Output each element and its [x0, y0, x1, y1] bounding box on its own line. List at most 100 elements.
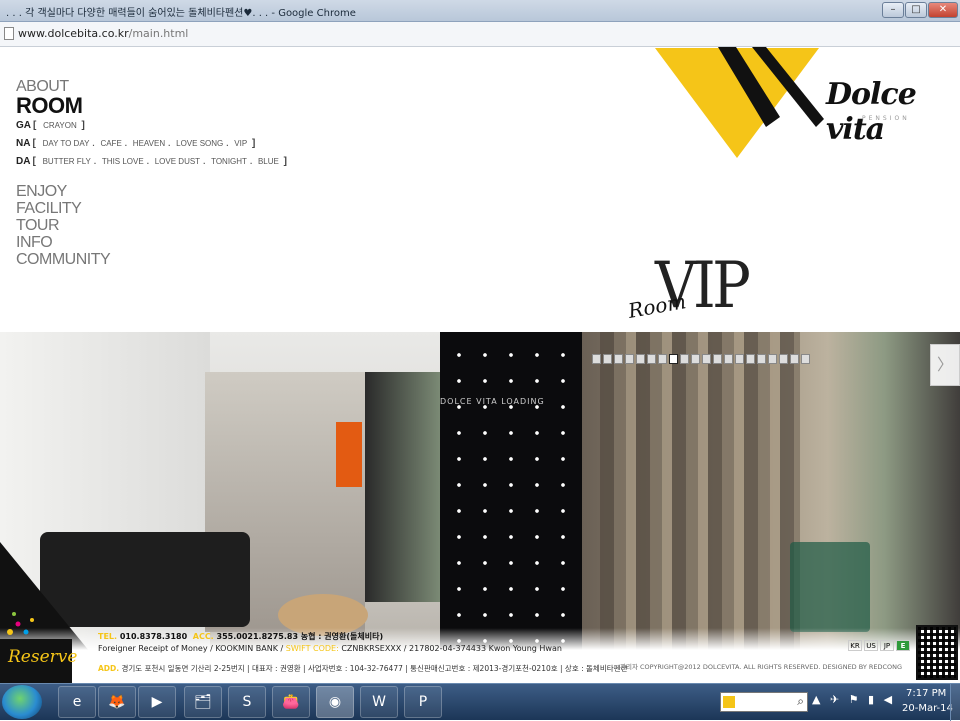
slide-thumb[interactable] [647, 354, 656, 364]
slide-thumb[interactable] [724, 354, 733, 364]
slide-thumb[interactable] [735, 354, 744, 364]
room-link[interactable]: LOVE SONG [176, 139, 223, 148]
window-title: . . . 각 객실마다 다양한 매력들이 숨어있는 돌체비타펜션♥. . . … [6, 8, 356, 19]
nav-info[interactable]: INFO [16, 234, 291, 251]
url-domain: www.dolcebita.co.kr [18, 27, 129, 40]
site-logo[interactable]: Dolce vita [826, 77, 960, 147]
slide-thumb[interactable] [768, 354, 777, 364]
slide-thumb[interactable] [625, 354, 634, 364]
show-desktop-button[interactable] [950, 684, 960, 721]
bank-line: Foreigner Receipt of Money / KOOKMIN BAN… [98, 644, 562, 653]
room-group-na: NA[ DAY TO DAY. CAFE. HEAVEN. LOVE SONG.… [16, 138, 256, 149]
city-mural [600, 332, 800, 650]
flag-korea-icon[interactable]: KR [848, 640, 862, 651]
nav-room[interactable]: ROOM [16, 95, 291, 117]
add-value: 경기도 포천시 일동면 기산리 2-25번지 | 대표자 : 권영환 | 사업자… [121, 664, 628, 673]
room-link[interactable]: VIP [234, 139, 247, 148]
slide-thumb[interactable] [746, 354, 755, 364]
room-group-label: DA [16, 156, 31, 167]
slide-thumb[interactable] [603, 354, 612, 364]
maximize-button[interactable]: □ [905, 2, 927, 18]
slide-thumb[interactable] [702, 354, 711, 364]
room-link[interactable]: BLUE [258, 157, 279, 166]
room-group-label: GA [16, 120, 31, 131]
system-tray[interactable]: ▲ ✈ ⚑ ▮ ◀ [812, 693, 895, 706]
slide-thumb[interactable] [680, 354, 689, 364]
taskbar-search-input[interactable]: ⌕ [720, 692, 808, 712]
english-icon[interactable]: E [896, 640, 910, 651]
contact-line: TEL. 010.8378.3180 ACC. 355.0021.8275.83… [98, 631, 383, 642]
swift-value: CZNBKRSEXXX / 217802-04-374433 Kwon Youn… [341, 644, 562, 653]
firefox-icon[interactable]: 🦊 [98, 686, 136, 718]
room-link[interactable]: DAY TO DAY [43, 139, 90, 148]
wallet-icon[interactable]: 👛 [272, 686, 310, 718]
url-path: /main.html [128, 27, 189, 40]
room-link[interactable]: HEAVEN [133, 139, 165, 148]
room-link[interactable]: CAFE [100, 139, 121, 148]
clock-time[interactable]: 7:17 PM [906, 688, 946, 699]
nav-enjoy[interactable]: ENJOY [16, 183, 291, 200]
foreign-receipt: Foreigner Receipt of Money / KOOKMIN BAN… [98, 644, 284, 653]
media-player-icon[interactable]: ▶ [138, 686, 176, 718]
slide-thumb[interactable] [636, 354, 645, 364]
logo-subtitle: PENSION [862, 115, 910, 122]
minimize-button[interactable]: – [882, 2, 904, 18]
ie-icon[interactable]: e [58, 686, 96, 718]
skype-icon[interactable]: S [228, 686, 266, 718]
nav-tour[interactable]: TOUR [16, 217, 291, 234]
room-group-ga: GA[ CRAYON ] [16, 120, 85, 131]
room-group-da: DA[ BUTTER FLY. THIS LOVE. LOVE DUST. TO… [16, 156, 287, 167]
slide-thumb[interactable] [757, 354, 766, 364]
url-field[interactable]: www.dolcebita.co.kr/main.html [18, 27, 188, 40]
close-button[interactable]: ✕ [928, 2, 958, 18]
slide-thumb[interactable] [658, 354, 667, 364]
slide-thumb[interactable] [779, 354, 788, 364]
nav-community[interactable]: COMMUNITY [16, 251, 291, 268]
search-logo-icon [723, 696, 735, 708]
address-bar[interactable]: www.dolcebita.co.kr/main.html [0, 22, 960, 47]
room-link[interactable]: LOVE DUST [155, 157, 200, 166]
slide-thumb[interactable] [801, 354, 810, 364]
search-icon[interactable]: ⌕ [797, 694, 804, 709]
title-bar: . . . 각 객실마다 다양한 매력들이 숨어있는 돌체비타펜션♥. . . … [0, 0, 960, 22]
next-slide-button[interactable]: 〉 [930, 344, 960, 386]
address-line: ADD. 경기도 포천시 일동면 기산리 2-25번지 | 대표자 : 권영환 … [98, 663, 627, 674]
tel-value: 010.8378.3180 [119, 632, 188, 641]
slide-thumb[interactable] [592, 354, 601, 364]
copyright: 관리자 COPYRIGHT@2012 DOLCEVITA. ALL RIGHTS… [620, 663, 903, 671]
slide-thumb[interactable] [790, 354, 799, 364]
powerpoint-icon[interactable]: P [404, 686, 442, 718]
slide-thumbnails [592, 354, 842, 366]
room-photo-slideshow: DOLCE VITA LOADING 〉 [0, 332, 960, 650]
flag-japan-icon[interactable]: JP [880, 640, 894, 651]
reserve-button[interactable]: Reserve [8, 647, 77, 667]
green-chair [790, 542, 870, 632]
start-button[interactable] [2, 685, 42, 719]
explorer-icon[interactable]: 🗂 [184, 686, 222, 718]
room-link[interactable]: THIS LOVE [102, 157, 144, 166]
main-nav: ABOUT ROOM GA[ CRAYON ] NA[ DAY TO DAY. … [16, 78, 291, 268]
orange-wall [336, 422, 362, 487]
page-icon [4, 27, 14, 40]
slide-thumb-active[interactable] [669, 354, 678, 364]
taskbar: e 🦊 ▶ 🗂 S 👛 ◉ W P ⌕ ▲ ✈ ⚑ ▮ ◀ 7:17 PM 20… [0, 683, 960, 721]
language-flags: KR US JP E [848, 640, 910, 651]
slide-thumb[interactable] [614, 354, 623, 364]
chrome-icon[interactable]: ◉ [316, 686, 354, 718]
loading-text: DOLCE VITA LOADING [440, 397, 545, 406]
decorative-dots [7, 612, 34, 635]
room-group-label: NA [16, 138, 31, 149]
room-link[interactable]: BUTTER FLY [43, 157, 91, 166]
clock-date[interactable]: 20-Mar-14 [902, 703, 953, 714]
logo-stripes [718, 47, 824, 127]
word-icon[interactable]: W [360, 686, 398, 718]
glass-window [365, 372, 440, 602]
swift-label: SWIFT CODE: [285, 644, 339, 653]
slide-thumb[interactable] [713, 354, 722, 364]
flag-usa-icon[interactable]: US [864, 640, 878, 651]
loading-panel [440, 332, 928, 650]
room-link[interactable]: CRAYON [43, 121, 77, 130]
nav-facility[interactable]: FACILITY [16, 200, 291, 217]
slide-thumb[interactable] [691, 354, 700, 364]
room-link[interactable]: TONIGHT [211, 157, 247, 166]
